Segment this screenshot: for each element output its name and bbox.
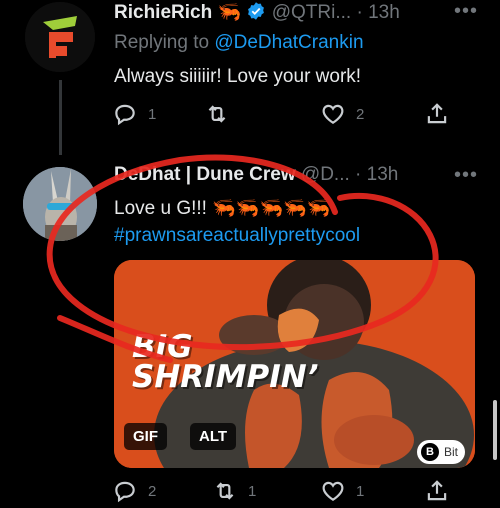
tweet1-retweet-button[interactable] (204, 101, 240, 127)
replying-handle-link[interactable]: @DeDhatCrankin (214, 32, 363, 53)
tweet2-header: DeDhat | Dune Crew @D... · 13h (114, 164, 398, 186)
avatar-dedhat[interactable] (23, 167, 97, 241)
shrimp-emoji: 🦐 (217, 2, 242, 23)
heart-icon (322, 104, 344, 124)
tweet2-body-text: Love u G!!! (114, 198, 213, 219)
tweet2-display-name[interactable]: DeDhat | Dune Crew (114, 164, 296, 185)
shrimp-emoji: 🦐 (235, 198, 260, 219)
gif-badge[interactable]: GIF (124, 423, 167, 450)
shrimp-emoji: 🦐 (259, 198, 284, 219)
tweet1-share-button[interactable] (424, 101, 450, 127)
retweet-icon (208, 105, 226, 123)
verified-badge-icon (248, 2, 265, 20)
shrimp-emoji: 🦐 (306, 198, 331, 219)
thread-line (59, 80, 62, 155)
share-icon (427, 103, 447, 124)
tweet2-timestamp[interactable]: 13h (367, 164, 399, 185)
tweet1-time-sep: · (356, 2, 363, 23)
gif-media[interactable]: BIG SHRIMPIN’ GIF ALT B Bit (114, 260, 475, 468)
scrollbar[interactable] (493, 400, 497, 460)
tweet2-text: Love u G!!! 🦐🦐🦐🦐🦐 (114, 196, 331, 220)
tweet2-retweet-button[interactable]: 1 (212, 478, 256, 504)
tweet1-header: RichieRich 🦐 @QTRi... · 13h (114, 0, 400, 24)
tweet1-text: Always siiiiir! Love your work! (114, 66, 362, 87)
reply-icon (115, 481, 135, 503)
tweet2-retweet-count: 1 (248, 482, 257, 500)
tweet1-actions: 1 2 (112, 101, 472, 131)
brand-label: Bit (443, 445, 458, 459)
shrimp-emoji: 🦐 (283, 198, 307, 219)
gif-title-line2: SHRIMPIN’ (132, 359, 319, 395)
tweet2-more-button[interactable]: ••• (454, 164, 478, 187)
rabbit-avatar-icon (23, 167, 97, 241)
tweet1-like-count: 2 (356, 105, 365, 123)
brand-logo-icon: B (420, 443, 439, 461)
gif-title-overlay: BIG SHRIMPIN’ (132, 329, 319, 395)
tweet1-display-name[interactable]: RichieRich (114, 2, 212, 23)
brand-watermark: B Bit (416, 440, 465, 464)
reply-icon (115, 104, 135, 126)
heart-icon (322, 481, 344, 501)
tweet1-timestamp[interactable]: 13h (368, 2, 400, 23)
retweet-icon (216, 482, 234, 500)
tweet2-reply-button[interactable]: 2 (112, 478, 156, 504)
tweet1-like-button[interactable]: 2 (320, 101, 364, 127)
tweet1-reply-count: 1 (148, 105, 157, 123)
shrimp-emoji: 🦐 (212, 198, 236, 219)
alt-badge[interactable]: ALT (190, 423, 237, 450)
avatar-richierich[interactable] (25, 2, 95, 72)
share-icon (427, 480, 447, 501)
tweet2-like-count: 1 (356, 482, 365, 500)
tweet2-actions: 2 1 1 (112, 478, 472, 508)
tweet2-time-sep: · (355, 164, 362, 185)
tweet2-share-button[interactable] (424, 478, 450, 504)
tweet2-like-button[interactable]: 1 (320, 478, 364, 504)
tweet1-more-button[interactable]: ••• (454, 0, 478, 23)
tweet2-reply-count: 2 (148, 482, 157, 500)
logo-icon (25, 2, 95, 72)
tweet1-replying-to: Replying to @DeDhatCrankin (114, 32, 364, 54)
tweet1-reply-button[interactable]: 1 (112, 101, 156, 127)
hashtag-link[interactable]: #prawnsareactuallyprettycool (114, 225, 360, 247)
replying-prefix: Replying to (114, 32, 215, 53)
tweet2-handle[interactable]: @D... (301, 164, 350, 185)
gif-title-line1: BIG (132, 329, 193, 365)
tweet1-handle[interactable]: @QTRi... (272, 2, 351, 23)
